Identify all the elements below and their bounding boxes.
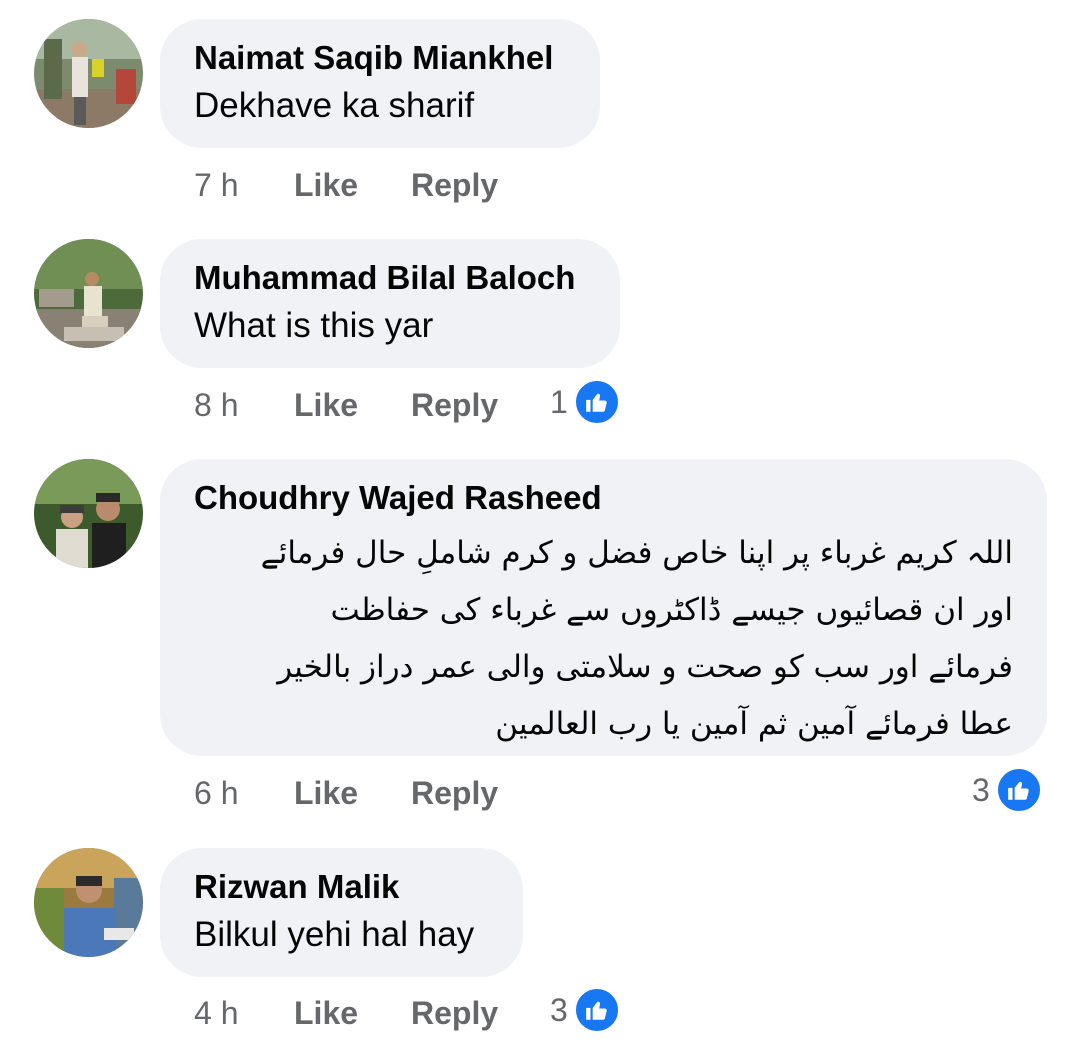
reaction-count: 1 [550,383,568,420]
reply-button[interactable]: Reply [411,385,498,425]
comment-text-line: اور ان قصائیوں جیسے ڈاکٹروں سے غرباء کی … [330,592,1013,628]
avatar-photo-icon [34,459,143,568]
reaction-summary[interactable]: 3 [550,986,620,1034]
comment-text: اللہ کریم غرباء پر اپنا خاص فضل و کرم شا… [194,525,1013,753]
comment-bubble: Naimat Saqib Miankhel Dekhave ka sharif [160,19,600,148]
reaction-count: 3 [550,991,568,1028]
reaction-summary[interactable]: 3 [972,766,1042,814]
avatar[interactable] [34,239,143,348]
avatar[interactable] [34,459,143,568]
comment-timestamp[interactable]: 8 h [194,385,238,425]
like-button[interactable]: Like [294,165,358,205]
comment-author[interactable]: Choudhry Wajed Rasheed [194,479,1013,517]
comment-text-line: اللہ کریم غرباء پر اپنا خاص فضل و کرم شا… [260,535,1013,571]
avatar-photo-icon [34,848,143,957]
reply-button[interactable]: Reply [411,773,498,813]
comment-author[interactable]: Naimat Saqib Miankhel [194,39,566,77]
comment-timestamp[interactable]: 6 h [194,773,238,813]
comment-author[interactable]: Rizwan Malik [194,868,489,906]
thumbs-up-icon [995,767,1042,813]
reaction-count: 3 [972,771,990,808]
comment-text-line: عطا فرمائے آمین ثم آمین یا رب العالمین [495,706,1013,742]
like-button[interactable]: Like [294,773,358,813]
comment-timestamp[interactable]: 4 h [194,993,238,1033]
comment-text: What is this yar [194,306,434,345]
reply-button[interactable]: Reply [411,165,498,205]
comment-bubble: Muhammad Bilal Baloch What is this yar [160,239,620,368]
thumbs-up-icon [573,987,620,1033]
avatar-photo-icon [34,239,143,348]
avatar-photo-icon [34,19,143,128]
reaction-summary[interactable]: 1 [550,378,620,426]
reply-button[interactable]: Reply [411,993,498,1033]
comment-text-line: فرمائے اور سب کو صحت و سلامتی والی عمر د… [277,649,1013,685]
avatar[interactable] [34,848,143,957]
like-button[interactable]: Like [294,385,358,425]
comment-timestamp[interactable]: 7 h [194,165,238,205]
comment-author[interactable]: Muhammad Bilal Baloch [194,259,586,297]
avatar[interactable] [34,19,143,128]
thumbs-up-icon [573,379,620,425]
comment-text: Bilkul yehi hal hay [194,915,475,954]
like-button[interactable]: Like [294,993,358,1033]
comment-bubble: Choudhry Wajed Rasheed اللہ کریم غرباء پ… [160,459,1047,756]
comment-text: Dekhave ka sharif [194,86,475,125]
comment-bubble: Rizwan Malik Bilkul yehi hal hay [160,848,523,977]
